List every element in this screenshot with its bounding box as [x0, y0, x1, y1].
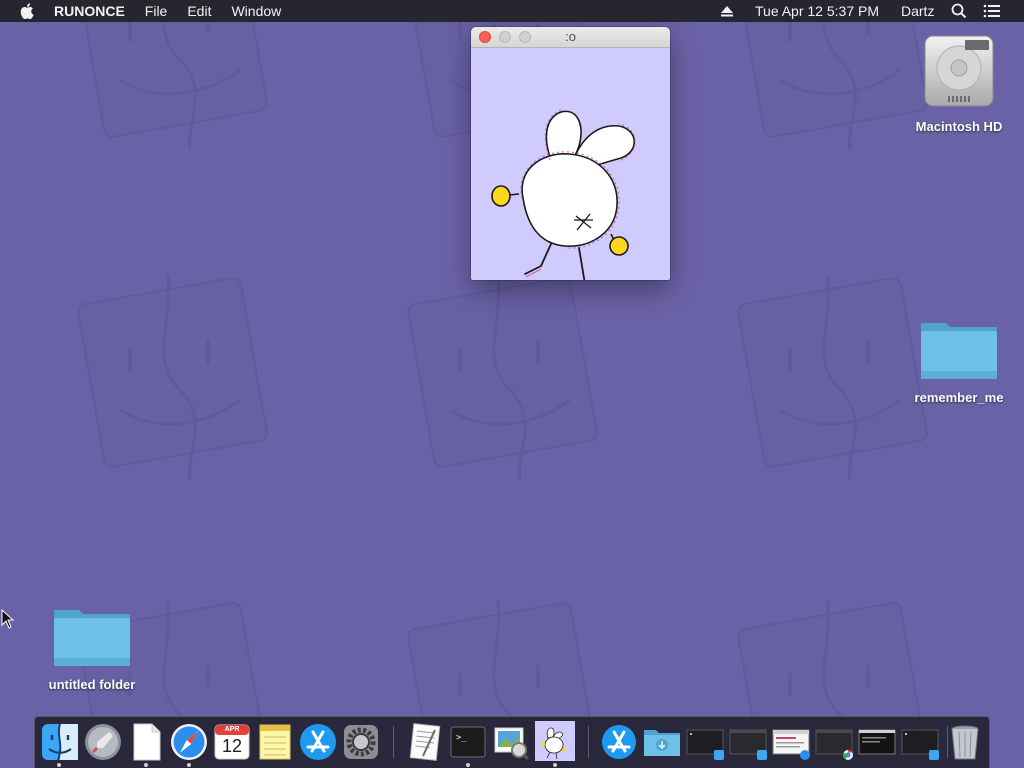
- menu-bar: RUNONCE File Edit Window Tue Apr 12 5:37…: [0, 0, 1024, 22]
- list-icon[interactable]: [983, 4, 1001, 21]
- edit-menu[interactable]: Edit: [187, 0, 211, 22]
- launchpad-icon[interactable]: [83, 722, 123, 762]
- textedit-icon[interactable]: [405, 722, 445, 762]
- minimized-window-icon[interactable]: [857, 722, 897, 762]
- minimized-window-icon[interactable]: [728, 722, 768, 762]
- system-preferences-icon[interactable]: [341, 722, 381, 762]
- calendar-day: 12: [221, 736, 243, 756]
- minimized-window-icon[interactable]: [771, 722, 811, 762]
- bunny-app-icon[interactable]: [534, 720, 576, 762]
- document-icon[interactable]: [126, 722, 166, 762]
- menu-clock[interactable]: Tue Apr 12 5:37 PM: [755, 0, 879, 22]
- search-icon[interactable]: [951, 3, 967, 22]
- dock: APR 12 >_: [34, 716, 990, 768]
- calendar-month: APR: [224, 726, 240, 733]
- apple-icon[interactable]: [20, 3, 36, 19]
- app-menu[interactable]: RUNONCE: [54, 0, 125, 22]
- svg-text:>_: >_: [456, 733, 467, 743]
- terminal-icon[interactable]: >_: [448, 722, 488, 762]
- minimized-window-icon[interactable]: [814, 722, 854, 762]
- desktop-icon-macintosh-hd[interactable]: Macintosh HD: [905, 32, 1013, 134]
- minimized-window-icon[interactable]: [900, 722, 940, 762]
- window-title: :o: [565, 29, 576, 44]
- eject-icon[interactable]: [720, 4, 734, 21]
- user-menu[interactable]: Dartz: [901, 0, 934, 22]
- running-indicator: [466, 763, 470, 767]
- desktop-icon-remember-me[interactable]: remember_me: [905, 317, 1013, 405]
- dock-separator: [588, 726, 589, 758]
- safari-icon[interactable]: [169, 722, 209, 762]
- dock-separator: [393, 726, 394, 758]
- folder-icon: [54, 610, 130, 666]
- window-titlebar[interactable]: :o: [471, 27, 670, 48]
- trash-icon[interactable]: [945, 722, 985, 762]
- finder-icon[interactable]: [40, 722, 80, 762]
- desktop-icon-label: untitled folder: [48, 677, 136, 692]
- hard-drive-icon: [924, 35, 994, 107]
- desktop-icon-label: Macintosh HD: [915, 119, 1003, 134]
- running-indicator: [57, 763, 61, 767]
- mouse-cursor-icon: [1, 609, 15, 629]
- file-menu[interactable]: File: [145, 0, 168, 22]
- app-store-icon[interactable]: [599, 722, 639, 762]
- folder-icon: [921, 323, 997, 379]
- notes-icon[interactable]: [255, 722, 295, 762]
- preview-icon[interactable]: [491, 722, 531, 762]
- window-menu[interactable]: Window: [231, 0, 281, 22]
- app-window[interactable]: :o: [471, 27, 670, 280]
- app-store-icon[interactable]: [298, 722, 338, 762]
- downloads-folder-icon[interactable]: [642, 722, 682, 762]
- running-indicator: [553, 763, 557, 767]
- running-indicator: [187, 763, 191, 767]
- desktop-icon-untitled-folder[interactable]: untitled folder: [37, 604, 147, 692]
- bunny-drawing: [491, 109, 636, 280]
- running-indicator: [144, 763, 148, 767]
- desktop-icon-label: remember_me: [914, 390, 1004, 405]
- minimized-window-icon[interactable]: [685, 722, 725, 762]
- calendar-icon[interactable]: APR 12: [212, 722, 252, 762]
